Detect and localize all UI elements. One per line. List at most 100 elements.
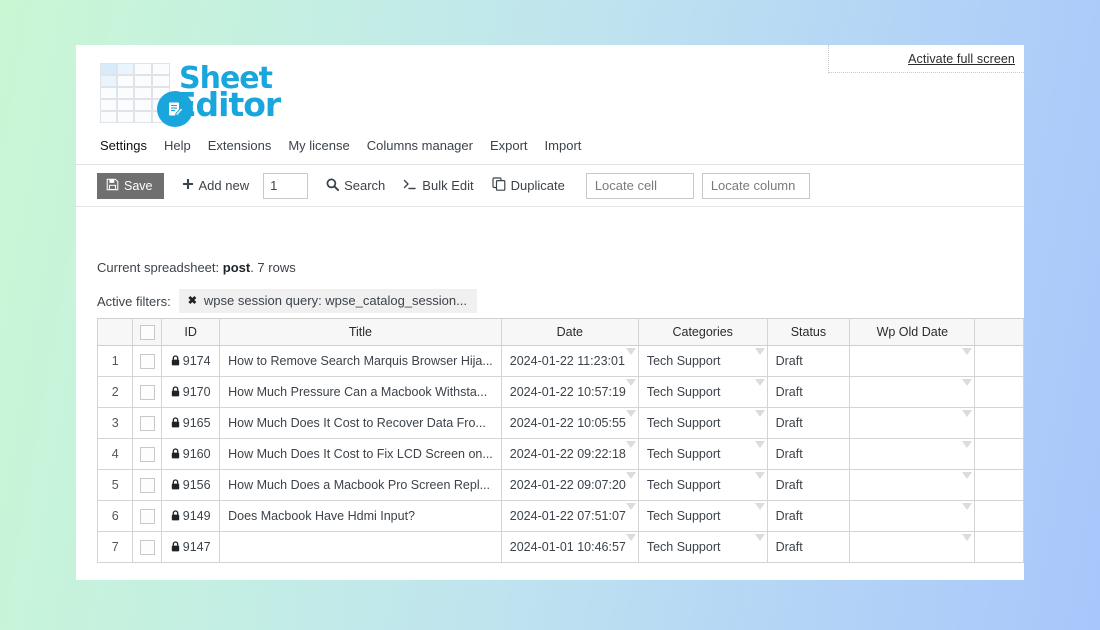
cell-dropdown-caret[interactable]	[962, 534, 973, 541]
cell-categories[interactable]: Tech Support	[637, 345, 768, 377]
cell-id[interactable]: 9160	[161, 438, 221, 470]
header-id[interactable]: ID	[161, 318, 221, 346]
cell-dropdown-caret[interactable]	[962, 348, 973, 355]
cell-id[interactable]: 9174	[161, 345, 221, 377]
nav-item-extensions[interactable]: Extensions	[208, 138, 272, 154]
cell-date[interactable]: 2024-01-22 07:51:07	[500, 500, 639, 532]
row-select-cell[interactable]	[132, 531, 163, 563]
add-new-button[interactable]: Add new	[182, 178, 249, 193]
bulk-edit-button[interactable]: Bulk Edit	[403, 178, 474, 193]
header-extra[interactable]	[974, 318, 1024, 346]
cell-date[interactable]: 2024-01-22 11:23:01	[500, 345, 639, 377]
cell-title[interactable]: Does Macbook Have Hdmi Input?	[219, 500, 502, 532]
nav-item-my-license[interactable]: My license	[288, 138, 349, 154]
cell-dropdown-caret[interactable]	[625, 348, 636, 355]
cell-date[interactable]: 2024-01-01 10:46:57	[500, 531, 639, 563]
header-select-all[interactable]	[132, 318, 163, 346]
cell-wp-old-date[interactable]	[849, 376, 976, 408]
table-row[interactable]: 6 9149 Does Macbook Have Hdmi Input? 2024-0…	[97, 500, 1024, 532]
row-select-cell[interactable]	[132, 438, 163, 470]
cell-categories[interactable]: Tech Support	[637, 438, 768, 470]
spreadsheet-viewport[interactable]: ID Title Date Categories Status Wp Old D…	[97, 318, 1024, 573]
cell-dropdown-caret[interactable]	[962, 410, 973, 417]
cell-id[interactable]: 9170	[161, 376, 221, 408]
row-select-cell[interactable]	[132, 469, 163, 501]
cell-categories[interactable]: Tech Support	[637, 500, 768, 532]
cell-status[interactable]: Draft	[766, 345, 851, 377]
cell-wp-old-date[interactable]	[849, 407, 976, 439]
filter-chip[interactable]: ✖ wpse session query: wpse_catalog_sessi…	[178, 289, 477, 313]
save-button[interactable]: Save	[97, 172, 164, 199]
row-checkbox[interactable]	[139, 384, 155, 400]
cell-date[interactable]: 2024-01-22 10:57:19	[500, 376, 639, 408]
cell-title[interactable]: How Much Does It Cost to Recover Data Fr…	[219, 407, 502, 439]
cell-date[interactable]: 2024-01-22 09:07:20	[500, 469, 639, 501]
cell-extra[interactable]	[974, 500, 1024, 532]
row-checkbox[interactable]	[139, 539, 155, 555]
cell-title[interactable]: How Much Does a Macbook Pro Screen Repl.…	[219, 469, 502, 501]
row-select-cell[interactable]	[132, 407, 163, 439]
cell-dropdown-caret[interactable]	[962, 503, 973, 510]
table-row[interactable]: 3 9165 How Much Does It Cost to Recover Da…	[97, 407, 1024, 439]
cell-dropdown-caret[interactable]	[962, 379, 973, 386]
row-select-cell[interactable]	[132, 376, 163, 408]
cell-dropdown-caret[interactable]	[754, 379, 765, 386]
cell-date[interactable]: 2024-01-22 09:22:18	[500, 438, 639, 470]
nav-item-help[interactable]: Help	[164, 138, 191, 154]
cell-dropdown-caret[interactable]	[754, 410, 765, 417]
table-row[interactable]: 1 9174 How to Remove Search Marquis Browse…	[97, 345, 1024, 377]
cell-extra[interactable]	[974, 407, 1024, 439]
cell-extra[interactable]	[974, 531, 1024, 563]
locate-cell-input[interactable]	[585, 172, 694, 199]
cell-categories[interactable]: Tech Support	[637, 531, 768, 563]
cell-wp-old-date[interactable]	[849, 345, 976, 377]
add-rows-count-input[interactable]	[263, 172, 309, 199]
cell-dropdown-caret[interactable]	[754, 348, 765, 355]
cell-wp-old-date[interactable]	[849, 438, 976, 470]
cell-dropdown-caret[interactable]	[625, 472, 636, 479]
cell-wp-old-date[interactable]	[849, 531, 976, 563]
cell-status[interactable]: Draft	[766, 531, 851, 563]
cell-dropdown-caret[interactable]	[754, 503, 765, 510]
table-row[interactable]: 2 9170 How Much Pressure Can a Macbook Wit…	[97, 376, 1024, 408]
nav-item-import[interactable]: Import	[545, 138, 582, 154]
cell-dropdown-caret[interactable]	[625, 441, 636, 448]
header-status[interactable]: Status	[766, 318, 851, 346]
cell-title[interactable]: How Much Does It Cost to Fix LCD Screen …	[219, 438, 502, 470]
header-categories[interactable]: Categories	[637, 318, 768, 346]
select-all-checkbox[interactable]	[139, 324, 155, 340]
cell-id[interactable]: 9149	[161, 500, 221, 532]
row-checkbox[interactable]	[139, 508, 155, 524]
cell-id[interactable]: 9156	[161, 469, 221, 501]
cell-extra[interactable]	[974, 469, 1024, 501]
cell-date[interactable]: 2024-01-22 10:05:55	[500, 407, 639, 439]
nav-item-export[interactable]: Export	[490, 138, 528, 154]
row-checkbox[interactable]	[139, 415, 155, 431]
activate-full-screen-link[interactable]: Activate full screen	[908, 52, 1015, 66]
cell-dropdown-caret[interactable]	[625, 534, 636, 541]
duplicate-button[interactable]: Duplicate	[492, 177, 565, 194]
row-select-cell[interactable]	[132, 345, 163, 377]
header-date[interactable]: Date	[500, 318, 639, 346]
cell-dropdown-caret[interactable]	[625, 503, 636, 510]
table-row[interactable]: 7 9147 2024-01-01 10:46:57 Tech Support Draf…	[97, 531, 1024, 563]
row-checkbox[interactable]	[139, 477, 155, 493]
header-title[interactable]: Title	[219, 318, 502, 346]
cell-id[interactable]: 9165	[161, 407, 221, 439]
cell-status[interactable]: Draft	[766, 469, 851, 501]
cell-categories[interactable]: Tech Support	[637, 407, 768, 439]
header-wp-old-date[interactable]: Wp Old Date	[849, 318, 976, 346]
search-button[interactable]: Search	[326, 178, 385, 194]
cell-dropdown-caret[interactable]	[754, 472, 765, 479]
cell-categories[interactable]: Tech Support	[637, 469, 768, 501]
cell-id[interactable]: 9147	[161, 531, 221, 563]
cell-extra[interactable]	[974, 376, 1024, 408]
cell-extra[interactable]	[974, 345, 1024, 377]
locate-column-input[interactable]	[701, 172, 810, 199]
cell-dropdown-caret[interactable]	[962, 472, 973, 479]
row-checkbox[interactable]	[139, 353, 155, 369]
table-row[interactable]: 4 9160 How Much Does It Cost to Fix LCD Sc…	[97, 438, 1024, 470]
cell-extra[interactable]	[974, 438, 1024, 470]
cell-status[interactable]: Draft	[766, 407, 851, 439]
nav-item-settings[interactable]: Settings	[100, 138, 147, 154]
